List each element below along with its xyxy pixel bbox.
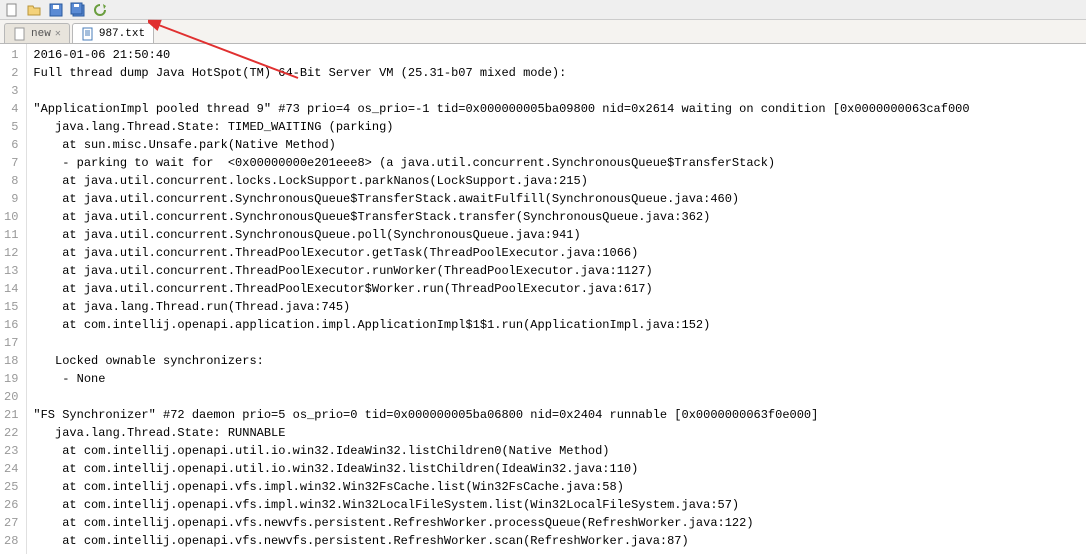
- code-line: at java.util.concurrent.locks.LockSuppor…: [33, 172, 1086, 190]
- tab-label: new: [31, 28, 51, 40]
- code-line: at com.intellij.openapi.application.impl…: [33, 316, 1086, 334]
- close-icon[interactable]: ✕: [55, 28, 61, 40]
- line-number: 10: [4, 208, 18, 226]
- code-line: [33, 388, 1086, 406]
- line-number-gutter: 1234567891011121314151617181920212223242…: [0, 44, 27, 554]
- new-file-icon[interactable]: [4, 2, 20, 18]
- line-number: 19: [4, 370, 18, 388]
- line-number: 23: [4, 442, 18, 460]
- line-number: 2: [4, 64, 18, 82]
- code-line: [33, 82, 1086, 100]
- line-number: 20: [4, 388, 18, 406]
- line-number: 3: [4, 82, 18, 100]
- code-line: at com.intellij.openapi.vfs.newvfs.persi…: [33, 514, 1086, 532]
- line-number: 14: [4, 280, 18, 298]
- code-line: "ApplicationImpl pooled thread 9" #73 pr…: [33, 100, 1086, 118]
- toolbar: [0, 0, 1086, 20]
- code-line: [33, 334, 1086, 352]
- line-number: 21: [4, 406, 18, 424]
- code-line: at com.intellij.openapi.vfs.impl.win32.W…: [33, 496, 1086, 514]
- code-line: at java.lang.Thread.run(Thread.java:745): [33, 298, 1086, 316]
- line-number: 17: [4, 334, 18, 352]
- code-content[interactable]: 2016-01-06 21:50:40Full thread dump Java…: [27, 44, 1086, 554]
- line-number: 4: [4, 100, 18, 118]
- code-line: Full thread dump Java HotSpot(TM) 64-Bit…: [33, 64, 1086, 82]
- tab-new[interactable]: new ✕: [4, 23, 70, 43]
- line-number: 25: [4, 478, 18, 496]
- code-line: 2016-01-06 21:50:40: [33, 46, 1086, 64]
- text-file-icon: [81, 27, 95, 41]
- code-line: at sun.misc.Unsafe.park(Native Method): [33, 136, 1086, 154]
- code-line: at java.util.concurrent.SynchronousQueue…: [33, 226, 1086, 244]
- editor-area: 1234567891011121314151617181920212223242…: [0, 44, 1086, 554]
- code-line: at java.util.concurrent.ThreadPoolExecut…: [33, 244, 1086, 262]
- line-number: 27: [4, 514, 18, 532]
- line-number: 7: [4, 154, 18, 172]
- line-number: 24: [4, 460, 18, 478]
- code-line: at java.util.concurrent.ThreadPoolExecut…: [33, 280, 1086, 298]
- code-line: at java.util.concurrent.ThreadPoolExecut…: [33, 262, 1086, 280]
- line-number: 9: [4, 190, 18, 208]
- line-number: 6: [4, 136, 18, 154]
- line-number: 22: [4, 424, 18, 442]
- code-line: at com.intellij.openapi.util.io.win32.Id…: [33, 442, 1086, 460]
- tab-987-txt[interactable]: 987.txt: [72, 23, 154, 43]
- line-number: 26: [4, 496, 18, 514]
- code-line: at java.util.concurrent.SynchronousQueue…: [33, 190, 1086, 208]
- line-number: 13: [4, 262, 18, 280]
- line-number: 12: [4, 244, 18, 262]
- code-line: java.lang.Thread.State: RUNNABLE: [33, 424, 1086, 442]
- code-line: - parking to wait for <0x00000000e201eee…: [33, 154, 1086, 172]
- line-number: 18: [4, 352, 18, 370]
- code-line: at com.intellij.openapi.util.io.win32.Id…: [33, 460, 1086, 478]
- line-number: 11: [4, 226, 18, 244]
- refresh-icon[interactable]: [92, 2, 108, 18]
- line-number: 28: [4, 532, 18, 550]
- code-line: at java.util.concurrent.SynchronousQueue…: [33, 208, 1086, 226]
- line-number: 1: [4, 46, 18, 64]
- line-number: 15: [4, 298, 18, 316]
- line-number: 5: [4, 118, 18, 136]
- line-number: 16: [4, 316, 18, 334]
- open-folder-icon[interactable]: [26, 2, 42, 18]
- code-line: at com.intellij.openapi.vfs.newvfs.persi…: [33, 532, 1086, 550]
- code-line: Locked ownable synchronizers:: [33, 352, 1086, 370]
- file-icon: [13, 27, 27, 41]
- line-number: 8: [4, 172, 18, 190]
- tab-bar: new ✕ 987.txt: [0, 20, 1086, 44]
- code-line: "FS Synchronizer" #72 daemon prio=5 os_p…: [33, 406, 1086, 424]
- code-line: at com.intellij.openapi.vfs.impl.win32.W…: [33, 478, 1086, 496]
- code-line: - None: [33, 370, 1086, 388]
- code-line: java.lang.Thread.State: TIMED_WAITING (p…: [33, 118, 1086, 136]
- save-icon[interactable]: [48, 2, 64, 18]
- save-all-icon[interactable]: [70, 2, 86, 18]
- tab-label: 987.txt: [99, 28, 145, 40]
